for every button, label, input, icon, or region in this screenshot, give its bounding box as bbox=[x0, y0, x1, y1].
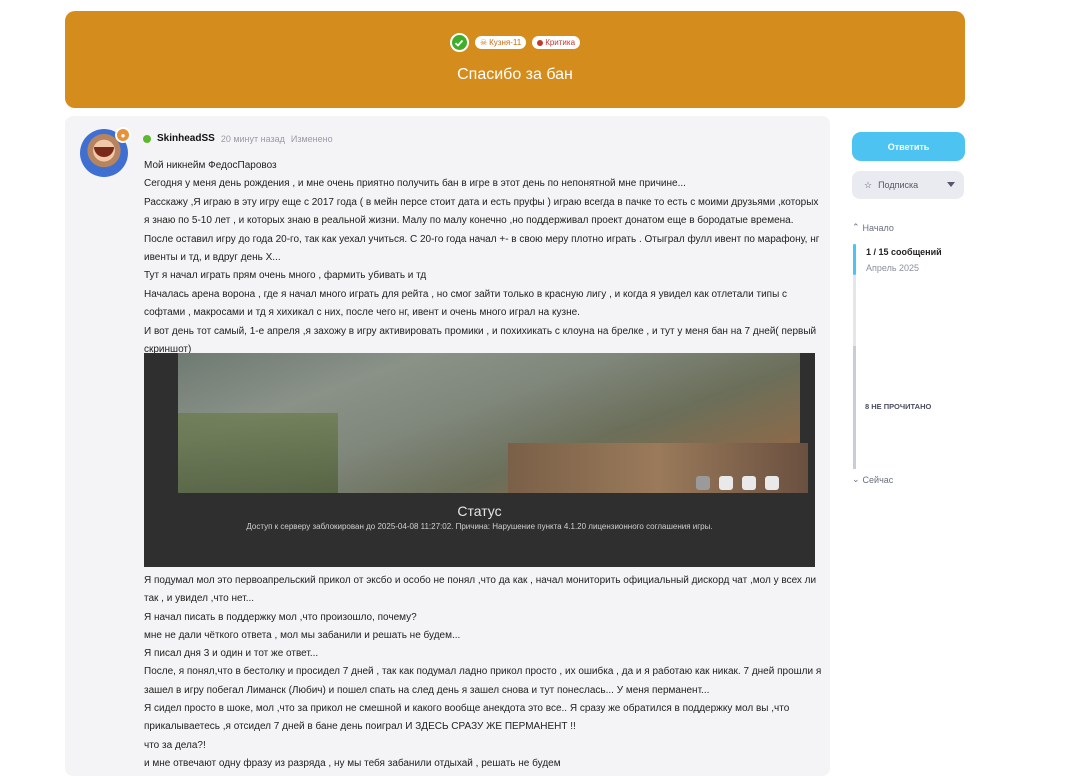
double-chevron-down-icon: ⌄ bbox=[852, 474, 860, 484]
slider-dot[interactable] bbox=[719, 476, 733, 490]
post-paragraph: и мне отвечают одну фразу из разряда , н… bbox=[144, 757, 561, 769]
timeline-handle[interactable] bbox=[853, 244, 856, 275]
tag-critique-label: Критика bbox=[545, 38, 576, 47]
subscribe-label: Подписка bbox=[878, 180, 919, 190]
author-name[interactable]: SkinheadSS bbox=[157, 133, 215, 144]
double-chevron-up-icon: ⌃ bbox=[852, 222, 860, 232]
game-screenshot[interactable]: Статус Доступ к серверу заблокирован до … bbox=[144, 353, 815, 567]
post-card: ● SkinheadSS 20 минут назад Изменено Мой… bbox=[65, 116, 830, 776]
online-status-icon bbox=[143, 134, 151, 143]
slider-dot[interactable] bbox=[765, 476, 779, 490]
post-paragraph: Тут я начал играть прям очень много , фа… bbox=[144, 270, 427, 282]
topic-tags: ☠ Кузня-11 Критика bbox=[65, 33, 965, 52]
tag-forge-label: Кузня-11 bbox=[489, 38, 522, 47]
post-paragraph: Я подумал мол это первоапрельский прикол… bbox=[144, 575, 817, 605]
post-paragraph: Мой никнейм ФедосПаровоз bbox=[144, 160, 277, 171]
tag-forge[interactable]: ☠ Кузня-11 bbox=[474, 36, 527, 49]
start-label: Начало bbox=[862, 222, 894, 233]
jump-start-link[interactable]: ⌃ Начало bbox=[852, 222, 894, 233]
topic-timeline[interactable]: 1 / 15 сообщений Апрель 2025 8 НЕ ПРОЧИТ… bbox=[852, 244, 965, 469]
post-paragraph: Началась арена ворона , где я начал мног… bbox=[144, 288, 788, 319]
timeline-unread-label: 8 НЕ ПРОЧИТАНО bbox=[865, 402, 932, 411]
post-paragraph: Я начал писать в поддержку мол ,что прои… bbox=[144, 611, 417, 623]
avatar-face bbox=[94, 147, 114, 157]
timeline-count: 1 / 15 сообщений bbox=[866, 247, 942, 257]
post-paragraph: Сегодня у меня день рождения , и мне оче… bbox=[144, 178, 686, 190]
slider-dots bbox=[696, 476, 779, 490]
post-paragraph: мне не дали чёткого ответа , мол мы заба… bbox=[144, 629, 461, 641]
timeline-date: Апрель 2025 bbox=[866, 263, 920, 273]
post-body-top: Мой никнейм ФедосПаровоз Сегодня у меня … bbox=[144, 157, 824, 359]
scene-grass bbox=[178, 413, 338, 493]
subscribe-button[interactable]: ☆ Подписка bbox=[852, 171, 964, 199]
critique-icon bbox=[537, 39, 544, 46]
user-badge-icon: ● bbox=[115, 127, 131, 143]
slider-dot[interactable] bbox=[742, 476, 756, 490]
post-paragraph: Я писал дня 3 и один и тот же ответ... bbox=[144, 648, 319, 660]
topic-sidebar: Ответить ☆ Подписка ⌃ Начало 1 / 15 сооб… bbox=[852, 132, 965, 485]
post-body-bottom: Я подумал мол это первоапрельский прикол… bbox=[144, 572, 824, 773]
post-paragraph: После, я понял,что в бестолку и просидел… bbox=[144, 666, 822, 696]
status-text: Доступ к серверу заблокирован до 2025-04… bbox=[246, 522, 713, 531]
avatar[interactable]: ● bbox=[80, 127, 131, 177]
status-title: Статус bbox=[457, 503, 502, 519]
post-paragraph: что за дела?! bbox=[144, 739, 206, 751]
screenshot-scene bbox=[178, 353, 808, 493]
topic-header: ☠ Кузня-11 Критика Спасибо за бан bbox=[65, 11, 965, 108]
post-paragraph: Расскажу ,Я играю в эту игру еще с 2017 … bbox=[144, 196, 820, 264]
solved-check-icon bbox=[449, 33, 469, 52]
tag-critique[interactable]: Критика bbox=[532, 36, 581, 49]
post-paragraph: Я сидел просто в шоке, мол ,что за прико… bbox=[144, 703, 790, 733]
jump-now-link[interactable]: ⌄ Сейчас bbox=[852, 474, 893, 485]
reply-button[interactable]: Ответить bbox=[852, 132, 965, 161]
slider-dot[interactable] bbox=[696, 476, 710, 490]
post-meta: SkinheadSS 20 минут назад Изменено bbox=[143, 133, 333, 144]
now-label: Сейчас bbox=[862, 474, 894, 485]
skull-icon: ☠ bbox=[479, 38, 488, 47]
chevron-down-icon[interactable] bbox=[947, 182, 955, 187]
edited-label[interactable]: Изменено bbox=[291, 134, 333, 144]
post-time[interactable]: 20 минут назад bbox=[221, 134, 285, 144]
timeline-unread-segment bbox=[853, 346, 856, 469]
topic-title: Спасибо за бан bbox=[457, 66, 573, 83]
star-icon: ☆ bbox=[864, 179, 873, 190]
